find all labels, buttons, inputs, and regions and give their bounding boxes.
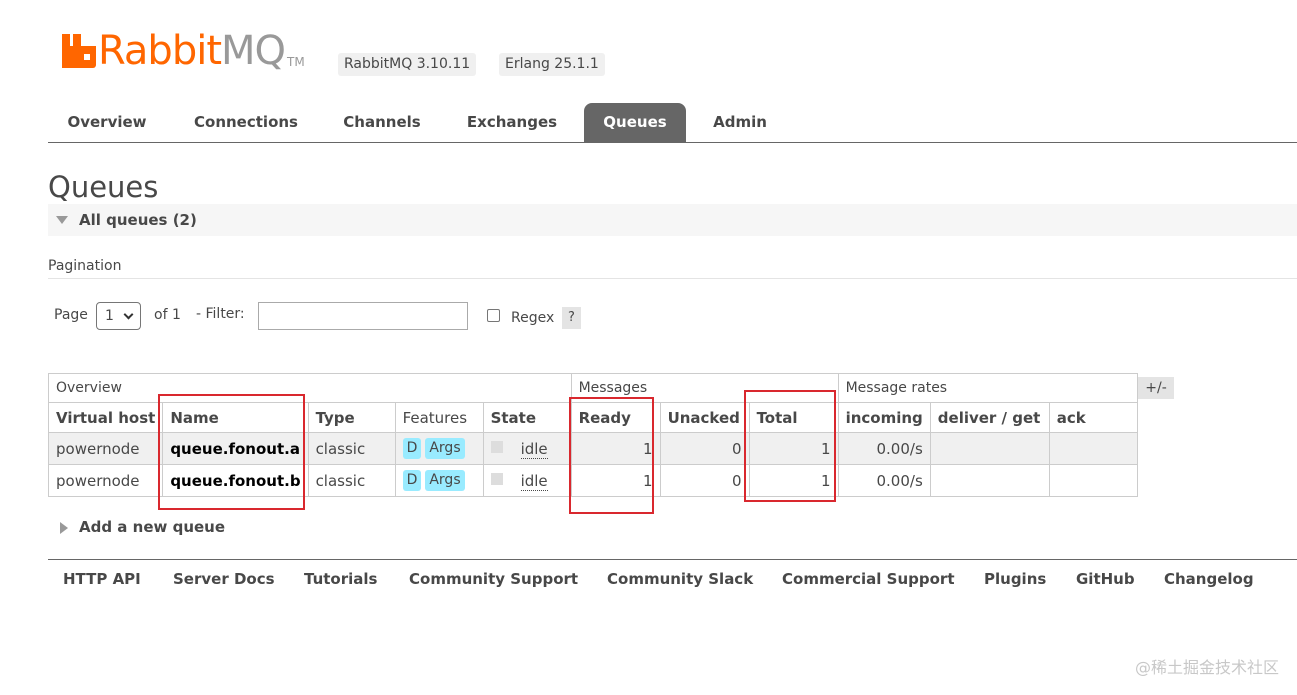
cell-type: classic <box>307 432 396 465</box>
annotation-box-name <box>158 394 305 510</box>
cell-deliver-get <box>929 432 1050 465</box>
regex-help-button[interactable]: ? <box>562 307 581 329</box>
cell-features: D Args <box>394 432 484 465</box>
footer-divider <box>48 559 1297 560</box>
col-type[interactable]: Type <box>307 402 396 433</box>
tab-admin[interactable]: Admin <box>696 103 784 142</box>
watermark: @稀土掘金技术社区 <box>1134 658 1279 677</box>
cell-unacked: 0 <box>659 432 750 465</box>
state-text: idle <box>520 471 548 491</box>
col-ack[interactable]: ack <box>1048 402 1138 433</box>
footer-link-tutorials[interactable]: Tutorials <box>304 570 377 588</box>
annotation-box-total <box>744 390 836 502</box>
cell-type: classic <box>307 464 396 497</box>
tab-channels[interactable]: Channels <box>326 103 438 142</box>
cell-features: D Args <box>394 464 484 497</box>
annotation-box-ready <box>569 397 654 514</box>
divider <box>48 278 1297 279</box>
feature-args-badge[interactable]: Args <box>425 438 465 459</box>
cell-state: idle <box>482 432 572 465</box>
footer-link-community-slack[interactable]: Community Slack <box>607 570 753 588</box>
collapse-triangle-icon <box>56 216 68 224</box>
main-nav-tabs: Overview Connections Channels Exchanges … <box>48 103 1297 143</box>
group-header-overview: Overview <box>48 373 572 403</box>
state-indicator-icon <box>490 440 503 453</box>
tab-overview[interactable]: Overview <box>48 103 166 142</box>
footer-link-github[interactable]: GitHub <box>1076 570 1135 588</box>
cell-state: idle <box>482 464 572 497</box>
regex-label: Regex <box>511 310 555 326</box>
logo-text-mq: MQ <box>221 28 286 74</box>
cell-ack <box>1048 464 1138 497</box>
chevron-down-icon <box>123 309 134 320</box>
state-text: idle <box>520 439 548 459</box>
footer-link-http-api[interactable]: HTTP API <box>63 570 141 588</box>
cell-incoming: 0.00/s <box>837 464 931 497</box>
footer-link-plugins[interactable]: Plugins <box>984 570 1046 588</box>
columns-toggle-button[interactable]: +/- <box>1138 377 1174 399</box>
feature-args-badge[interactable]: Args <box>425 470 465 491</box>
col-unacked[interactable]: Unacked <box>659 402 750 433</box>
col-features: Features <box>394 402 484 433</box>
logo-text-rabbit: Rabbit <box>98 28 222 74</box>
cell-vhost: powernode <box>47 464 164 497</box>
cell-ack <box>1048 432 1138 465</box>
col-state[interactable]: State <box>482 402 572 433</box>
cell-unacked: 0 <box>659 464 750 497</box>
erlang-version-badge: Erlang 25.1.1 <box>499 53 605 76</box>
section-label: All queues (2) <box>79 211 197 229</box>
feature-durable-badge[interactable]: D <box>402 438 422 459</box>
rabbitmq-logo: RabbitMQ TM <box>62 28 305 78</box>
cell-deliver-get <box>929 464 1050 497</box>
tab-connections[interactable]: Connections <box>176 103 316 142</box>
pagination-label: Pagination <box>48 258 122 274</box>
regex-checkbox[interactable] <box>487 309 500 322</box>
cell-vhost: powernode <box>47 432 164 465</box>
group-header-message-rates: Message rates <box>837 373 1138 403</box>
rabbitmq-version-badge: RabbitMQ 3.10.11 <box>338 53 477 76</box>
tab-exchanges[interactable]: Exchanges <box>448 103 576 142</box>
expand-triangle-icon <box>60 522 68 534</box>
col-deliver-get[interactable]: deliver / get <box>929 402 1050 433</box>
tab-queues[interactable]: Queues <box>584 103 686 142</box>
page-title: Queues <box>48 170 159 204</box>
filter-input[interactable] <box>258 302 468 330</box>
col-virtual-host[interactable]: Virtual host <box>47 402 164 433</box>
page-select-value: 1 <box>105 308 114 324</box>
page-count-label: of 1 <box>154 307 181 323</box>
add-queue-label: Add a new queue <box>79 518 226 536</box>
all-queues-section-toggle[interactable]: All queues (2) <box>48 204 1297 236</box>
footer-link-server-docs[interactable]: Server Docs <box>173 570 275 588</box>
state-indicator-icon <box>490 472 503 485</box>
logo-trademark: TM <box>287 55 305 69</box>
feature-durable-badge[interactable]: D <box>402 470 422 491</box>
footer-link-community-support[interactable]: Community Support <box>409 570 578 588</box>
page-select[interactable]: 1 <box>96 302 141 330</box>
filter-label: - Filter: <box>196 306 245 322</box>
footer-link-commercial-support[interactable]: Commercial Support <box>782 570 955 588</box>
page-label: Page <box>54 307 88 323</box>
footer-link-changelog[interactable]: Changelog <box>1164 570 1254 588</box>
col-incoming[interactable]: incoming <box>837 402 931 433</box>
rabbit-icon <box>62 34 96 68</box>
cell-incoming: 0.00/s <box>837 432 931 465</box>
